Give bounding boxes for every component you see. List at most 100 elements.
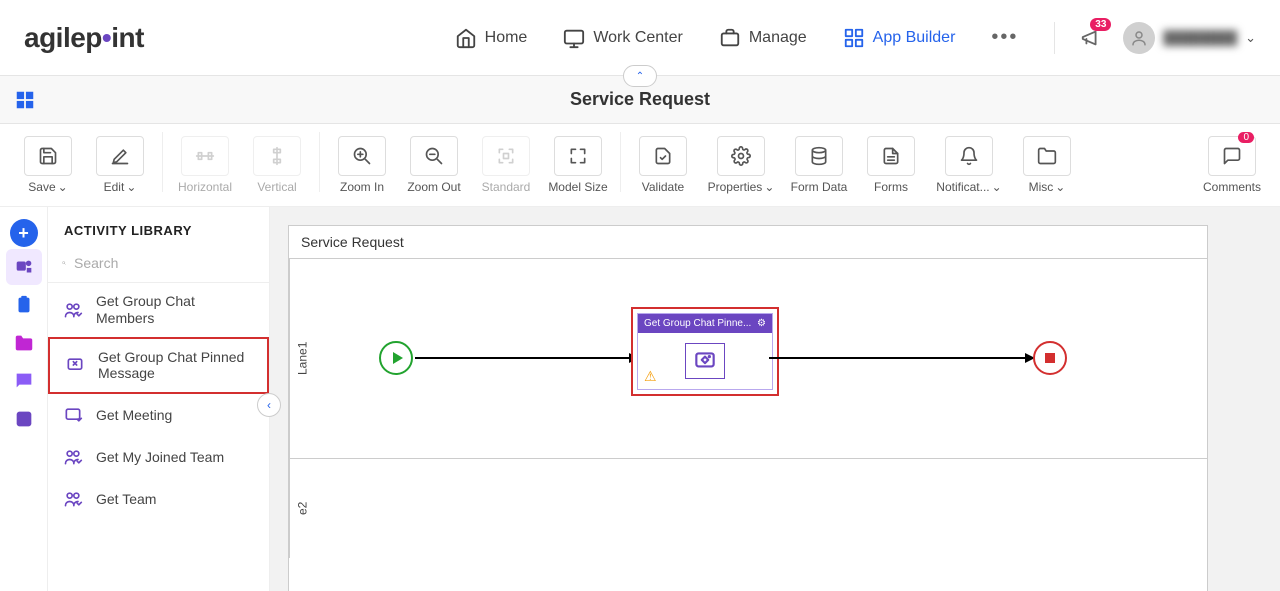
activity-item[interactable]: Get Team <box>48 478 269 520</box>
rail-clipboard[interactable] <box>6 287 42 323</box>
activity-item-selected[interactable]: Get Group Chat Pinned Message <box>48 337 269 395</box>
pin-icon <box>62 354 88 376</box>
pause-icon <box>13 408 35 430</box>
activity-item-label: Get Meeting <box>96 407 172 424</box>
edit-button[interactable]: Edit ⌄ <box>84 132 156 198</box>
notifications-badge: 33 <box>1090 18 1111 31</box>
nav-work-center-label: Work Center <box>593 29 683 47</box>
activity-item-label: Get Group Chat Members <box>96 293 257 327</box>
nav-home[interactable]: Home <box>439 19 544 57</box>
toolbar: Save ⌄ Edit ⌄ Horizontal Vertical Zoom I… <box>0 124 1280 207</box>
notifications-button[interactable]: 33 <box>1075 22 1107 54</box>
search-icon <box>62 254 66 272</box>
monitor-icon <box>563 27 585 49</box>
forms-button[interactable]: Forms <box>855 132 927 198</box>
main-area: + ACTIVITY LIBRARY Get Group Chat Member… <box>0 207 1280 591</box>
reveal-toggle[interactable]: ⌃ <box>623 65 657 87</box>
lane-2: e2 <box>289 458 1207 558</box>
save-icon <box>38 146 58 166</box>
meeting-icon <box>60 404 86 426</box>
chat-icon <box>13 370 35 392</box>
activity-item[interactable]: Get Meeting <box>48 394 269 436</box>
activity-node-label: Get Group Chat Pinne... <box>644 318 751 329</box>
search-box <box>48 248 269 283</box>
nav-home-label: Home <box>485 29 528 47</box>
lane-1-label[interactable]: Lane1 <box>289 259 315 458</box>
end-node[interactable] <box>1033 341 1067 375</box>
app-switcher[interactable] <box>14 89 36 111</box>
validate-button[interactable]: Validate <box>627 132 699 198</box>
gear-icon <box>731 146 751 166</box>
brand-logo: agilep•int <box>24 22 144 54</box>
start-node[interactable] <box>379 341 413 375</box>
comments-count: 0 <box>1238 132 1254 143</box>
nav-more[interactable]: ••• <box>975 18 1034 57</box>
user-menu[interactable]: ████████ ⌄ <box>1123 22 1256 54</box>
rail-chat[interactable] <box>6 363 42 399</box>
page-subheader: ⌃ Service Request <box>0 76 1280 124</box>
user-name: ████████ <box>1163 30 1237 45</box>
properties-button[interactable]: Properties ⌄ <box>699 132 783 198</box>
zoom-in-icon <box>352 146 372 166</box>
nav-manage-label: Manage <box>749 29 807 47</box>
collapse-sidebar[interactable]: ‹ <box>257 393 281 417</box>
align-vertical-icon <box>267 146 287 166</box>
rail-workflow[interactable] <box>6 401 42 437</box>
nav-manage[interactable]: Manage <box>703 19 823 57</box>
header-right: 33 ████████ ⌄ <box>1054 22 1256 54</box>
edge <box>415 357 631 359</box>
gear-icon[interactable]: ⚙ <box>757 318 766 329</box>
briefcase-icon <box>719 27 741 49</box>
edit-icon <box>110 146 130 166</box>
model-size-button[interactable]: Model Size <box>542 132 614 198</box>
save-button[interactable]: Save ⌄ <box>12 132 84 198</box>
nav-app-builder[interactable]: App Builder <box>827 19 972 57</box>
rail-folder[interactable] <box>6 325 42 361</box>
zoom-out-button[interactable]: Zoom Out <box>398 132 470 198</box>
rail-teams[interactable] <box>6 249 42 285</box>
lane-1-body[interactable]: Get Group Chat Pinne... ⚙ ⚠ <box>315 259 1207 458</box>
activity-item[interactable]: Get My Joined Team <box>48 436 269 478</box>
chevron-down-icon: ⌄ <box>1245 30 1256 46</box>
search-input[interactable] <box>74 255 255 271</box>
separator <box>319 132 320 192</box>
team-icon <box>60 488 86 510</box>
notifications-button-toolbar[interactable]: Notificat... ⌄ <box>927 132 1011 198</box>
rail-add[interactable]: + <box>10 219 38 247</box>
horizontal-button[interactable]: Horizontal <box>169 132 241 198</box>
process-canvas[interactable]: Service Request Lane1 Get Group Chat Pin… <box>288 225 1208 591</box>
nav-work-center[interactable]: Work Center <box>547 19 699 57</box>
activity-rail: + <box>0 207 48 591</box>
separator <box>620 132 621 192</box>
sidebar-title: ACTIVITY LIBRARY <box>48 207 269 248</box>
teams-icon <box>13 256 35 278</box>
warning-icon: ⚠ <box>644 368 657 385</box>
activity-item[interactable]: Get Group Chat Members <box>48 283 269 337</box>
vertical-button[interactable]: Vertical <box>241 132 313 198</box>
standard-button[interactable]: Standard <box>470 132 542 198</box>
edge <box>769 357 1029 359</box>
grid-icon <box>843 27 865 49</box>
lane-2-body[interactable] <box>315 459 1207 558</box>
document-icon <box>881 146 901 166</box>
apps-icon <box>14 89 36 111</box>
folder-icon <box>1037 146 1057 166</box>
zoom-in-button[interactable]: Zoom In <box>326 132 398 198</box>
lane-2-label[interactable]: e2 <box>289 459 315 558</box>
zoom-out-icon <box>424 146 444 166</box>
separator <box>162 132 163 192</box>
main-nav: Home Work Center Manage App Builder ••• <box>439 18 1035 57</box>
activity-item-label: Get Team <box>96 491 156 508</box>
align-horizontal-icon <box>195 146 215 166</box>
activity-library: ACTIVITY LIBRARY Get Group Chat Members … <box>48 207 270 591</box>
activity-list[interactable]: Get Group Chat Members Get Group Chat Pi… <box>48 283 269 591</box>
bell-icon <box>959 146 979 166</box>
form-data-button[interactable]: Form Data <box>783 132 855 198</box>
comments-button[interactable]: 0 Comments <box>1196 132 1268 198</box>
misc-button[interactable]: Misc ⌄ <box>1011 132 1083 198</box>
fit-screen-icon <box>496 146 516 166</box>
canvas-wrap[interactable]: Service Request Lane1 Get Group Chat Pin… <box>270 207 1280 591</box>
activity-node[interactable]: Get Group Chat Pinne... ⚙ ⚠ <box>631 307 779 396</box>
nav-app-builder-label: App Builder <box>873 29 956 47</box>
team-icon <box>60 446 86 468</box>
